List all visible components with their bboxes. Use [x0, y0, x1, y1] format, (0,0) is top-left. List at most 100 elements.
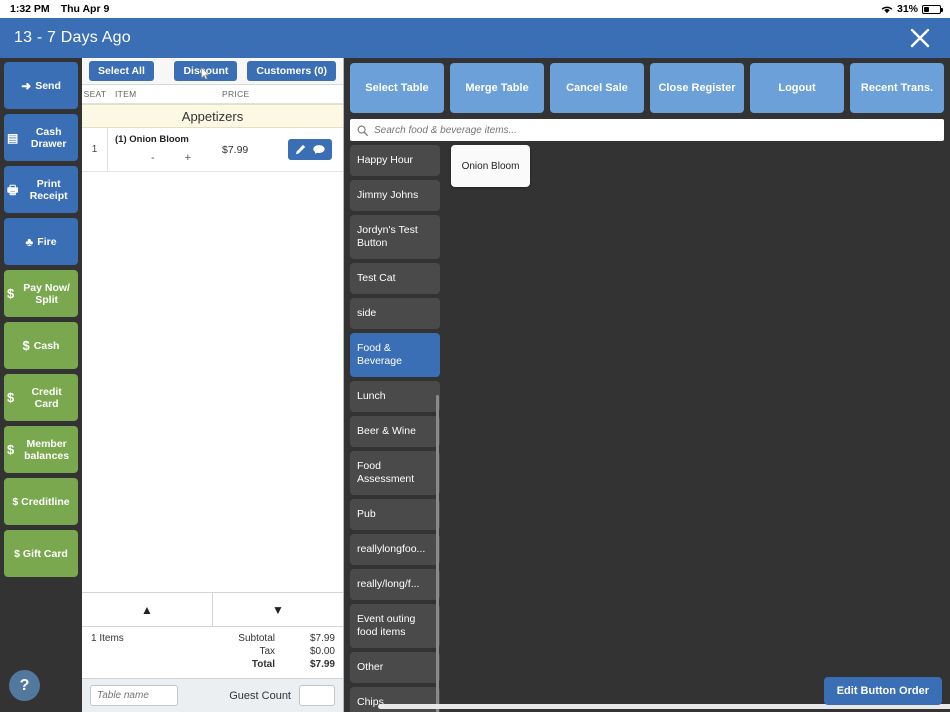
- category-happy-hour[interactable]: Happy Hour: [350, 145, 440, 176]
- row-item-name: (1) Onion Bloom: [115, 134, 218, 145]
- totals-row-total: Total $7.99: [82, 658, 343, 671]
- order-ticket-panel: Select All Discount Customers (0) SEAT I…: [82, 58, 344, 712]
- close-icon[interactable]: [902, 20, 938, 56]
- menu-panel: Select Table Merge Table Cancel Sale Clo…: [344, 58, 950, 712]
- app-body: ➜ Send ▤ Cash Drawer 🖶 Print Receipt ♣ F…: [0, 58, 950, 712]
- row-action-group: [288, 139, 332, 160]
- triangle-down-icon[interactable]: ▼: [213, 593, 343, 626]
- quantity-increase-button[interactable]: +: [185, 152, 191, 164]
- category-reallylongfoo[interactable]: reallylongfoo...: [350, 534, 440, 565]
- category-beer-and-wine[interactable]: Beer & Wine: [350, 416, 440, 447]
- customers-button[interactable]: Customers (0): [247, 61, 336, 82]
- cash-drawer-icon: ▤: [7, 132, 18, 144]
- comment-icon[interactable]: [313, 144, 325, 155]
- table-row[interactable]: 1 (1) Onion Bloom - + $7.99: [82, 128, 343, 172]
- status-time: 1:32 PM: [10, 3, 50, 15]
- guest-count-label: Guest Count: [229, 690, 291, 702]
- creditline-button-label: $ Creditline: [12, 496, 69, 508]
- merge-table-button[interactable]: Merge Table: [450, 63, 544, 113]
- total-label: Total: [162, 659, 283, 670]
- cash-button[interactable]: $ Cash: [4, 322, 78, 369]
- ticket-column-headers: SEAT ITEM PRICE: [82, 85, 343, 104]
- row-price: $7.99: [218, 128, 288, 171]
- column-header-item: ITEM: [108, 89, 218, 99]
- category-really-long-f[interactable]: really/long/f...: [350, 569, 440, 600]
- action-rail: ➜ Send ▤ Cash Drawer 🖶 Print Receipt ♣ F…: [0, 58, 82, 712]
- totals-row-subtotal: 1 Items Subtotal $7.99: [82, 632, 343, 645]
- cash-drawer-button[interactable]: ▤ Cash Drawer: [4, 114, 78, 161]
- search-input[interactable]: [374, 125, 937, 136]
- total-value: $7.99: [283, 659, 343, 670]
- search-bar[interactable]: [350, 119, 944, 141]
- fire-button[interactable]: ♣ Fire: [4, 218, 78, 265]
- battery-percent: 31%: [897, 3, 918, 15]
- recent-trans-button[interactable]: Recent Trans.: [850, 63, 944, 113]
- table-name-input[interactable]: [90, 685, 178, 706]
- print-receipt-button[interactable]: 🖶 Print Receipt: [4, 166, 78, 213]
- creditline-button[interactable]: $ Creditline: [4, 478, 78, 525]
- fire-button-label: Fire: [37, 236, 56, 248]
- member-balances-button-label: Member balances: [18, 438, 75, 462]
- quantity-decrease-button[interactable]: -: [151, 152, 155, 164]
- category-food-and-beverage[interactable]: Food & Beverage: [350, 333, 440, 377]
- logout-button[interactable]: Logout: [750, 63, 844, 113]
- dollar-icon: $: [7, 392, 14, 404]
- category-scrollbar[interactable]: [436, 395, 439, 712]
- category-food-assessment[interactable]: Food Assessment: [350, 451, 440, 495]
- search-icon: [357, 125, 368, 136]
- printer-icon: 🖶: [7, 184, 18, 196]
- guest-count-input[interactable]: [299, 685, 335, 706]
- category-jordyns-test-button[interactable]: Jordyn's Test Button: [350, 215, 440, 259]
- tax-value: $0.00: [283, 646, 343, 657]
- product-tile-onion-bloom[interactable]: Onion Bloom: [451, 145, 530, 187]
- pay-now-split-button[interactable]: $ Pay Now/ Split: [4, 270, 78, 317]
- print-receipt-button-label: Print Receipt: [22, 178, 75, 202]
- category-test-cat[interactable]: Test Cat: [350, 263, 440, 294]
- menu-top-buttons: Select Table Merge Table Cancel Sale Clo…: [350, 63, 944, 113]
- totals-row-tax: Tax $0.00: [82, 645, 343, 658]
- pay-now-split-button-label: Pay Now/ Split: [18, 282, 75, 306]
- ios-status-bar: 1:32 PM Thu Apr 9 31%: [0, 0, 950, 18]
- row-quantity-stepper: - +: [115, 152, 218, 164]
- ticket-footer: Guest Count: [82, 678, 343, 712]
- dollar-icon: $: [7, 444, 14, 456]
- ticket-toolbar: Select All Discount Customers (0): [82, 58, 343, 85]
- credit-card-button-label: Credit Card: [18, 386, 75, 410]
- dollar-icon: $: [7, 288, 14, 300]
- help-label: ?: [20, 677, 30, 695]
- select-table-button[interactable]: Select Table: [350, 63, 444, 113]
- column-header-price: PRICE: [218, 89, 288, 99]
- credit-card-button[interactable]: $ Credit Card: [4, 374, 78, 421]
- cash-button-label: Cash: [34, 340, 60, 352]
- help-icon[interactable]: ?: [9, 670, 40, 701]
- row-item-cell: (1) Onion Bloom - +: [108, 128, 218, 171]
- category-jimmy-johns[interactable]: Jimmy Johns: [350, 180, 440, 211]
- member-balances-button[interactable]: $ Member balances: [4, 426, 78, 473]
- category-pub[interactable]: Pub: [350, 499, 440, 530]
- select-all-button[interactable]: Select All: [89, 61, 154, 82]
- discount-button[interactable]: Discount: [174, 61, 237, 82]
- send-arrow-icon: ➜: [21, 80, 31, 92]
- edit-button-order-button[interactable]: Edit Button Order: [824, 677, 942, 705]
- ticket-scroll-controls: ▲ ▼: [82, 592, 343, 627]
- gift-card-button[interactable]: $ Gift Card: [4, 530, 78, 577]
- send-button-label: Send: [35, 80, 61, 92]
- subtotal-label: Subtotal: [162, 633, 283, 644]
- category-side[interactable]: side: [350, 298, 440, 329]
- category-event-outing-food-items[interactable]: Event outing food items: [350, 604, 440, 648]
- status-right-cluster: 31%: [881, 0, 941, 18]
- page-title: 13 - 7 Days Ago: [14, 29, 131, 47]
- wifi-icon: [881, 5, 893, 14]
- row-actions: [288, 128, 343, 171]
- pencil-icon[interactable]: [295, 144, 306, 155]
- category-other[interactable]: Other: [350, 652, 440, 683]
- product-grid: Onion Bloom: [442, 145, 944, 712]
- row-seat: 1: [82, 128, 108, 171]
- tax-label: Tax: [162, 646, 283, 657]
- close-register-button[interactable]: Close Register: [650, 63, 744, 113]
- triangle-up-icon[interactable]: ▲: [82, 593, 213, 626]
- send-button[interactable]: ➜ Send: [4, 62, 78, 109]
- cancel-sale-button[interactable]: Cancel Sale: [550, 63, 644, 113]
- category-lunch[interactable]: Lunch: [350, 381, 440, 412]
- gift-card-button-label: $ Gift Card: [14, 548, 68, 560]
